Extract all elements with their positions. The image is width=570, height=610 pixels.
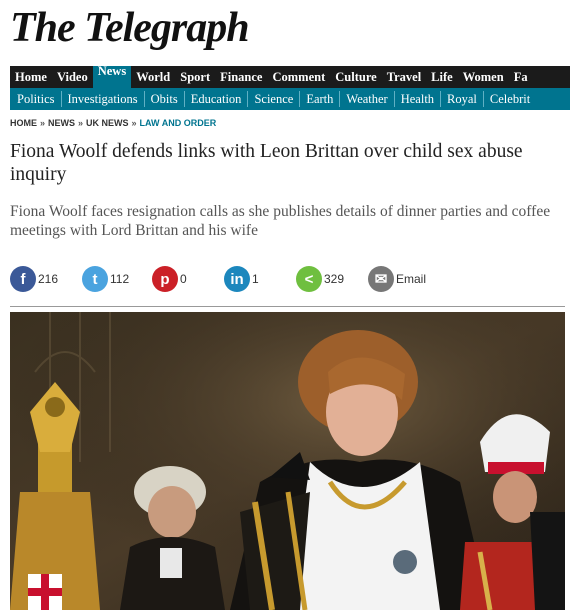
subnav-item-earth[interactable]: Earth [299,91,339,107]
share-count: Email [396,272,427,286]
secondary-navigation: Politics Investigations Obits Education Scie… [10,88,570,110]
subnav-item-investigations[interactable]: Investigations [60,91,144,107]
share-facebook-button[interactable]: f 216 [10,265,58,293]
share-count: 0 [180,272,187,286]
share-bar: f 216 t 112 p 0 in 1 <329 ✉ Email [10,265,566,295]
site-title: The Telegraph [10,5,250,51]
share-icon: < [296,266,322,292]
nav-item-travel[interactable]: Travel [382,66,426,88]
nav-item-culture[interactable]: Culture [330,66,381,88]
share-linkedin-button[interactable]: in 1 [224,265,259,293]
email-icon: ✉ [368,266,394,292]
subnav-item-politics[interactable]: Politics [10,91,61,107]
subnav-item-royal[interactable]: Royal [440,91,483,107]
nav-item-world[interactable]: World [131,66,175,88]
breadcrumb-link[interactable]: NEWS [48,118,75,128]
article-standfirst: Fiona Woolf faces resignation calls as s… [10,203,551,239]
nav-item-video[interactable]: Video [52,66,93,88]
share-email-button[interactable]: ✉ Email [368,265,426,293]
linkedin-icon: in [224,266,250,292]
share-count: 216 [38,272,59,286]
article-photo [10,312,565,610]
breadcrumb-separator: » [131,118,137,128]
subnav-item-obits[interactable]: Obits [143,91,184,107]
share-count: 1 [252,272,259,286]
subnav-item-weather[interactable]: Weather [339,91,393,107]
nav-item-comment[interactable]: Comment [267,66,330,88]
masthead-logo[interactable]: The Telegraph [10,2,260,54]
breadcrumb-link[interactable]: HOME [10,118,37,128]
subnav-item-celebrit[interactable]: Celebrit [482,91,536,107]
share-count: 329 [324,272,345,286]
breadcrumb-link[interactable]: UK NEWS [86,118,129,128]
divider [10,306,565,307]
nav-item-life[interactable]: Life [426,66,458,88]
breadcrumb: HOME» NEWS» UK NEWS» LAW AND ORDER [10,118,216,128]
article-headline: Fiona Woolf defends links with Leon Brit… [10,141,523,185]
nav-item-sport[interactable]: Sport [175,66,215,88]
nav-item-fa[interactable]: Fa [509,66,533,88]
subnav-item-education[interactable]: Education [183,91,248,107]
share-twitter-button[interactable]: t 112 [82,265,129,293]
nav-item-news[interactable]: News [92,66,132,88]
share-share-button[interactable]: <329 [296,265,344,293]
nav-item-women[interactable]: Women [458,66,509,88]
twitter-icon: t [82,266,108,292]
subnav-item-health[interactable]: Health [393,91,440,107]
breadcrumb-separator: » [78,118,84,128]
pinterest-icon: p [152,266,178,292]
subnav-item-science[interactable]: Science [247,91,299,107]
primary-navigation: Home Video News World Sport Finance Comment Cul… [10,66,570,88]
facebook-icon: f [10,266,36,292]
breadcrumb-link[interactable]: LAW AND ORDER [140,118,217,128]
share-pinterest-button[interactable]: p0 [152,265,187,293]
share-count: 112 [110,272,130,286]
nav-item-home[interactable]: Home [10,66,52,88]
nav-item-finance[interactable]: Finance [215,66,267,88]
breadcrumb-separator: » [40,118,46,128]
